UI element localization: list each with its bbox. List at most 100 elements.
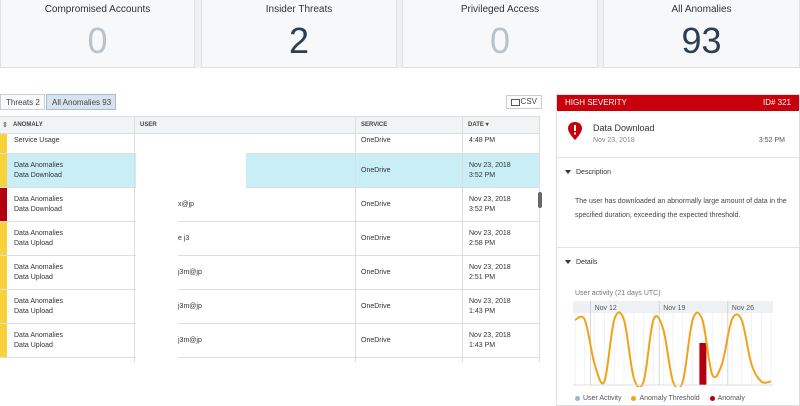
- description-text: The user has downloaded an abnormally la…: [575, 198, 787, 219]
- csv-label: CSV: [520, 97, 537, 106]
- stat-compromised-accounts[interactable]: Compromised Accounts 0: [0, 0, 195, 68]
- table-row[interactable]: Data Anomalies Data Download OneDrive Nov 2…: [0, 154, 539, 188]
- service-cell: OneDrive: [361, 137, 391, 144]
- stat-title: All Anomalies: [671, 4, 732, 15]
- time-cell: 1:43 PM: [469, 342, 496, 349]
- anomaly-category: Data Anomalies: [14, 162, 64, 169]
- redaction-block: [136, 222, 178, 256]
- anomaly-detail-panel: HIGH SEVERITY ID# 321 Data Download Nov …: [556, 94, 800, 406]
- severity-indicator: [0, 154, 7, 187]
- stat-title: Privileged Access: [460, 4, 540, 15]
- service-cell: OneDrive: [361, 337, 391, 344]
- anomaly-type: Data Upload: [14, 274, 53, 281]
- column-divider: [355, 116, 356, 362]
- table-row[interactable]: Data Anomalies Data Upload j3m@jp OneDrive N…: [0, 290, 539, 324]
- anomaly-id: ID# 321: [762, 98, 791, 107]
- user-cell: j3m@jp: [178, 269, 202, 276]
- service-cell: OneDrive: [361, 269, 391, 276]
- divider: [557, 157, 799, 158]
- stats-strip: Compromised Accounts 0 Insider Threats 2…: [0, 0, 800, 68]
- column-date[interactable]: DATE ▾: [463, 117, 489, 135]
- anomaly-time: 3:52 PM: [758, 137, 785, 144]
- time-cell: 3:52 PM: [469, 206, 496, 213]
- stat-value: 0: [87, 20, 108, 61]
- anomaly-category: Data Anomalies: [14, 298, 64, 305]
- severity-indicator: [0, 188, 7, 221]
- time-cell: 2:51 PM: [469, 274, 496, 281]
- export-icon: [511, 99, 520, 106]
- caret-down-icon: [565, 260, 571, 265]
- legend-threshold[interactable]: Anomaly Threshold: [631, 395, 700, 402]
- chart-anomaly-bar: [699, 343, 707, 385]
- user-activity-chart: Nov 12 Nov 19 Nov 26: [573, 301, 773, 387]
- caret-down-icon: [565, 170, 571, 175]
- table-row[interactable]: Data Anomalies Data Upload j3m@jp OneDrive N…: [0, 324, 539, 358]
- service-cell: OneDrive: [361, 303, 391, 310]
- stat-all-anomalies[interactable]: All Anomalies 93: [603, 0, 800, 68]
- date-cell: Nov 23, 2018: [469, 162, 511, 169]
- column-divider: [462, 116, 463, 362]
- stat-value: 0: [489, 20, 511, 61]
- chart-tick-label: Nov 12: [595, 305, 617, 312]
- stat-insider-threats[interactable]: Insider Threats 2: [201, 0, 397, 68]
- service-cell: OneDrive: [361, 235, 391, 242]
- chart-legend: User Activity Anomaly Threshold Anomaly: [575, 395, 753, 402]
- details-heading: Details: [576, 259, 598, 266]
- alert-marker-icon: [568, 122, 582, 140]
- time-cell: 2:58 PM: [469, 240, 496, 247]
- table-row[interactable]: Data Anomalies Data Upload e j3 OneDrive Nov…: [0, 222, 539, 256]
- details-toggle[interactable]: Details: [565, 259, 597, 266]
- anomaly-type: Data Upload: [14, 308, 53, 315]
- column-user[interactable]: USER: [135, 117, 157, 135]
- stat-value: 2: [288, 20, 310, 61]
- anomalies-table: ⇕ ANOMALY USER SERVICE DATE ▾ Service Us…: [0, 116, 540, 362]
- chart-tick-label: Nov 26: [732, 305, 754, 312]
- user-cell: x@jp: [178, 201, 195, 208]
- severity-indicator: [0, 222, 7, 255]
- chart-tick-label: Nov 19: [663, 305, 685, 312]
- legend-label: User Activity: [583, 395, 622, 402]
- anomaly-type: Data Download: [14, 172, 62, 179]
- severity-header: HIGH SEVERITY ID# 321: [557, 95, 799, 111]
- anomaly-type: Data Upload: [14, 342, 53, 349]
- date-cell: Nov 23, 2018: [469, 298, 511, 305]
- sort-desc-icon: ▾: [485, 122, 489, 128]
- table-row[interactable]: Data Anomalies Data Download x@jp OneDrive N…: [0, 188, 539, 222]
- redaction-block: [136, 192, 178, 222]
- export-csv-button[interactable]: CSV: [506, 95, 542, 109]
- severity-indicator: [0, 324, 7, 357]
- anomaly-type: Data Upload: [14, 240, 53, 247]
- anomaly-date: Nov 23, 2018: [593, 137, 635, 144]
- time-cell: 4:48 PM: [469, 137, 496, 144]
- legend-user-activity[interactable]: User Activity: [575, 395, 622, 402]
- chart-label: User activity (21 days UTC): [575, 290, 661, 297]
- description-heading: Description: [576, 169, 612, 176]
- divider: [557, 247, 799, 248]
- redaction-block: [136, 256, 178, 361]
- severity-indicator: [0, 290, 7, 323]
- table-header: ⇕ ANOMALY USER SERVICE DATE ▾: [0, 116, 539, 135]
- time-cell: 1:43 PM: [469, 308, 496, 315]
- table-row[interactable]: Data Anomalies Data Upload j3m@jp OneDrive N…: [0, 256, 539, 290]
- service-cell: OneDrive: [361, 167, 391, 174]
- column-anomaly[interactable]: ANOMALY: [8, 117, 43, 135]
- anomaly-category: Service Usage: [14, 137, 60, 144]
- date-cell: Nov 23, 2018: [469, 332, 511, 339]
- anomaly-category: Data Anomalies: [14, 332, 64, 339]
- sort-icon[interactable]: ⇕: [0, 117, 8, 135]
- legend-anomaly[interactable]: Anomaly: [709, 395, 745, 402]
- anomaly-category: Data Anomalies: [14, 196, 64, 203]
- column-date-label: DATE: [468, 122, 484, 128]
- description-toggle[interactable]: Description: [565, 169, 611, 176]
- legend-label: Anomaly: [717, 395, 745, 402]
- user-cell: e j3: [178, 235, 190, 242]
- table-scrollbar[interactable]: [538, 192, 542, 208]
- date-cell: Nov 23, 2018: [469, 264, 511, 271]
- column-service[interactable]: SERVICE: [356, 117, 387, 135]
- date-cell: Nov 23, 2018: [469, 230, 511, 237]
- anomaly-title: Data Download: [593, 123, 655, 133]
- tab-all-anomalies[interactable]: All Anomalies 93: [46, 94, 116, 110]
- tab-threats[interactable]: Threats 2: [0, 94, 45, 110]
- table-row[interactable]: Service Usage OneDrive 4:48 PM: [0, 134, 539, 154]
- stat-privileged-access[interactable]: Privileged Access 0: [402, 0, 598, 68]
